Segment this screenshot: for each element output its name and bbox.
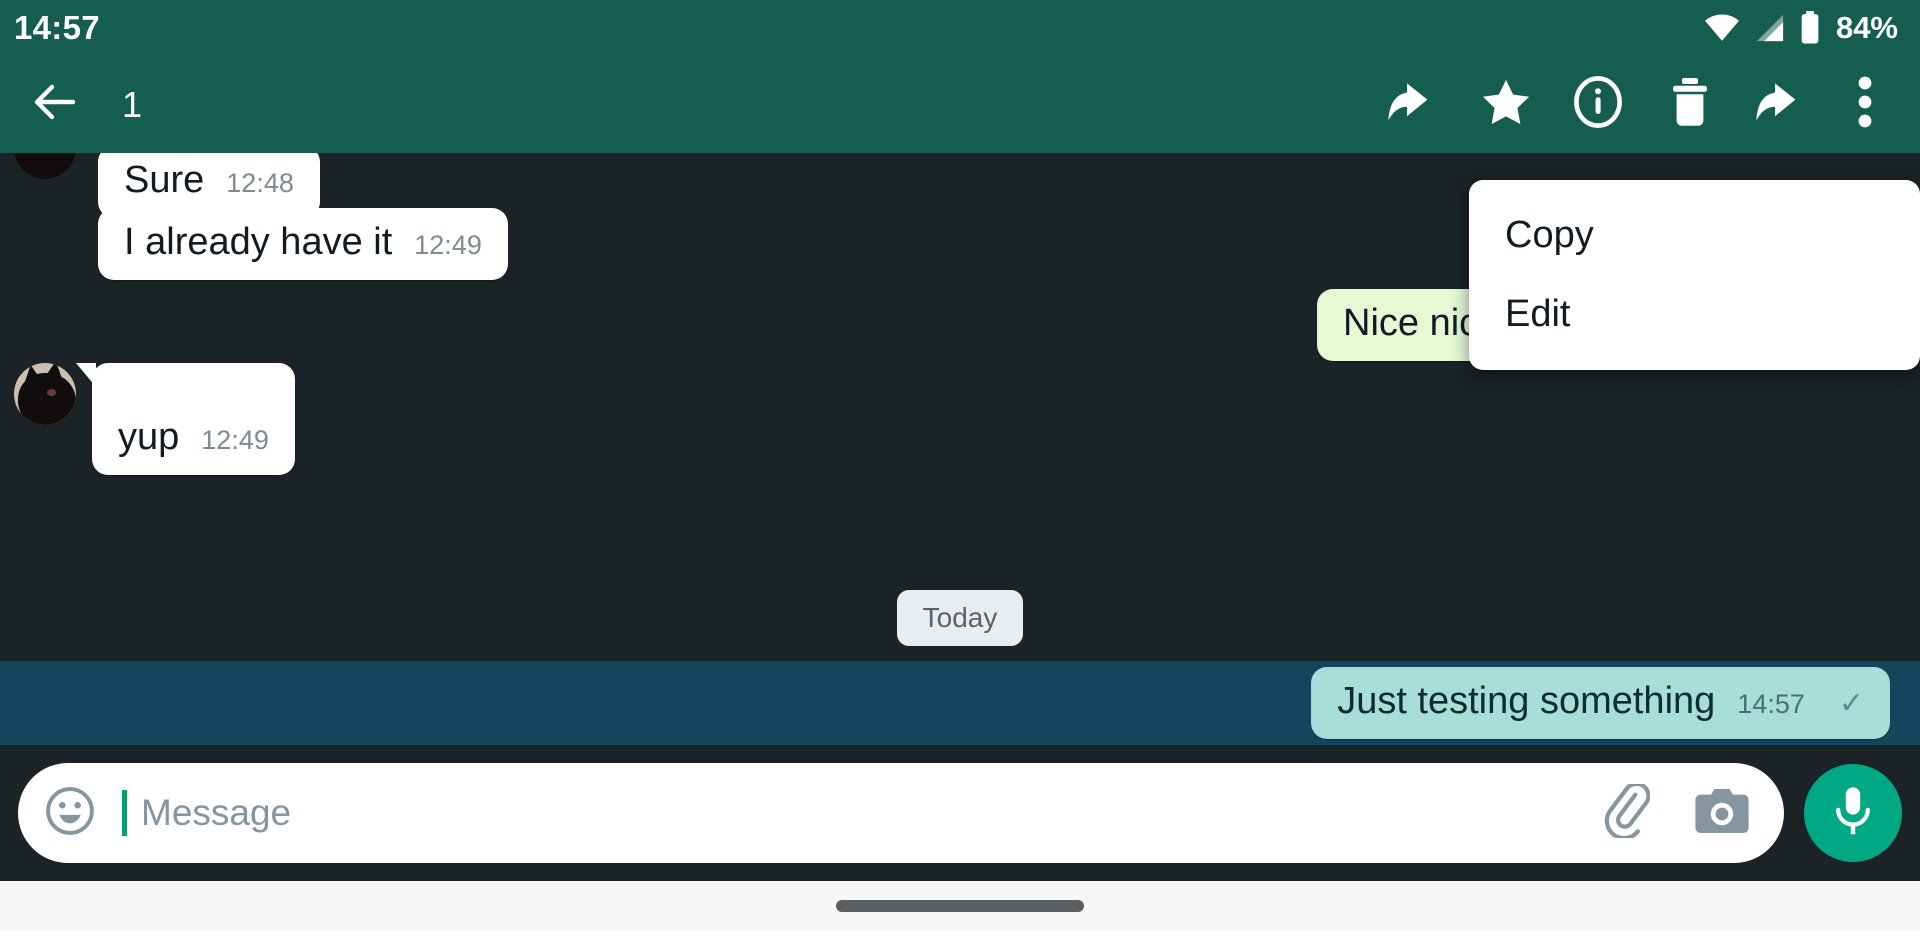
message-time: 12:48 [226, 168, 294, 198]
overflow-menu-icon [1858, 76, 1872, 133]
message-input-bar: Message [0, 745, 1920, 881]
message-bubble-incoming[interactable]: yup 12:49 [76, 363, 295, 475]
toolbar-actions [1368, 59, 1920, 151]
forward-button[interactable] [1736, 59, 1828, 151]
status-indicators: 84% [1703, 10, 1898, 46]
system-navigation-bar [0, 881, 1920, 931]
reply-button[interactable] [1368, 59, 1460, 151]
forward-icon [1756, 79, 1808, 130]
status-clock: 14:57 [14, 9, 100, 46]
selected-message-row[interactable]: Just testing something 14:57 ✓ [0, 661, 1920, 745]
avatar-decoration [18, 373, 76, 425]
message-input-container[interactable]: Message [18, 763, 1784, 863]
menu-item-edit[interactable]: Edit [1469, 275, 1920, 354]
reply-icon [1388, 79, 1440, 130]
message-row[interactable]: yup 12:49 [14, 363, 295, 475]
info-button[interactable] [1552, 59, 1644, 151]
camera-icon [1694, 788, 1750, 840]
message-text: yup [118, 416, 180, 458]
camera-button[interactable] [1694, 786, 1750, 841]
delivery-status-check-icon: ✓ [1838, 687, 1864, 721]
attach-button[interactable] [1596, 781, 1651, 843]
emoji-smiley-icon [45, 786, 95, 841]
message-bubble-incoming[interactable]: I already have it 12:49 [98, 208, 508, 280]
message-time: 14:57 [1737, 689, 1805, 720]
back-button[interactable] [0, 80, 110, 129]
whatsapp-chat-screen: 14:57 84% 1 Sure 12:48 I already have it… [0, 0, 1920, 931]
star-icon [1481, 78, 1531, 131]
wifi-icon [1703, 13, 1741, 43]
date-divider-label: Today [896, 590, 1024, 646]
battery-percentage: 84% [1835, 10, 1898, 45]
selected-message-count: 1 [122, 83, 143, 125]
back-arrow-icon [31, 80, 79, 129]
avatar [14, 153, 76, 179]
delete-icon [1668, 77, 1712, 132]
message-text: Sure [124, 159, 205, 201]
battery-icon [1799, 11, 1821, 45]
menu-item-label: Edit [1505, 293, 1571, 335]
message-text: Nice nic [1343, 302, 1479, 344]
status-bar: 14:57 84% [0, 0, 1920, 56]
menu-item-copy[interactable]: Copy [1469, 196, 1920, 275]
message-input[interactable]: Message [141, 792, 1586, 834]
gesture-home-pill[interactable] [836, 900, 1084, 912]
message-text: I already have it [124, 221, 393, 263]
context-menu[interactable]: Copy Edit [1469, 180, 1920, 370]
message-text: Just testing something [1337, 680, 1716, 723]
message-time: 12:49 [201, 425, 269, 455]
message-row[interactable]: I already have it 12:49 [98, 208, 508, 280]
composer-actions [1596, 781, 1758, 843]
message-bubble-outgoing-selected[interactable]: Just testing something 14:57 ✓ [1311, 667, 1890, 739]
avatar-decoration [47, 389, 56, 396]
info-icon [1572, 76, 1624, 133]
voice-record-button[interactable] [1804, 764, 1902, 862]
date-divider: Today [0, 590, 1920, 646]
microphone-icon [1831, 785, 1875, 842]
avatar[interactable] [14, 363, 76, 425]
text-cursor [122, 790, 127, 836]
star-button[interactable] [1460, 59, 1552, 151]
overflow-menu-button[interactable] [1828, 59, 1902, 151]
paperclip-icon [1596, 781, 1651, 842]
emoji-button[interactable] [42, 785, 98, 841]
selection-action-bar: 1 [0, 56, 1920, 153]
menu-item-label: Copy [1505, 214, 1594, 256]
message-time: 12:49 [414, 230, 482, 260]
cellular-signal-icon [1754, 13, 1786, 43]
delete-button[interactable] [1644, 59, 1736, 151]
